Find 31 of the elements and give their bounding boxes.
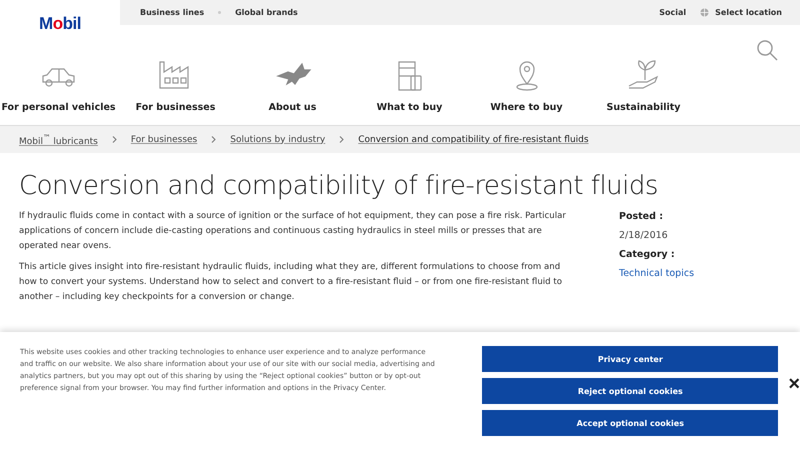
- nav-item[interactable]: For businesses: [117, 58, 234, 125]
- nav-item[interactable]: For personal vehicles: [0, 58, 117, 125]
- breadcrumb-link[interactable]: Conversion and compatibility of fire-resistant fluids: [358, 134, 589, 144]
- breadcrumb-link[interactable]: For businesses: [130, 134, 198, 144]
- breadcrumb-link[interactable]: Mobil$^{™}$ lubricants: [19, 132, 98, 146]
- chevron-icon: [211, 136, 216, 143]
- top-link[interactable]: Business lines: [140, 8, 204, 17]
- top-link[interactable]: Global brands: [235, 8, 298, 17]
- chevron-icon: [112, 136, 117, 143]
- nav-item[interactable]: Sustainability: [585, 58, 702, 125]
- article-paragraph: This article gives insight into fire-resistant hydraulic fluids, including what they are, different formulations to choose from and how to convert your systems. Understand how to select and convert to a fire-resistant fluid – or from one fire-resistant fluid to another – including key checkpoints for a conversion or change.: [19, 261, 563, 304]
- category-label: Category :: [619, 249, 676, 260]
- article-paragraph: If hydraulic fluids come in contact with a source of ignition or the surface of hot equipment, they can pose a fire risk. Particular applications of concern include die-casting operations and continuous casting hydraulics in steel mills or presses that are operated near ovens.: [19, 210, 567, 253]
- nav-item[interactable]: What to buy: [351, 58, 468, 125]
- cookie-button[interactable]: Privacy center: [482, 346, 778, 372]
- social-link[interactable]: Social: [659, 8, 686, 17]
- category-link[interactable]: Technical topics: [619, 268, 694, 279]
- mobil-logo[interactable]: Mobil: [39, 15, 81, 32]
- globe-icon: [700, 8, 710, 17]
- search-icon[interactable]: [756, 39, 778, 61]
- nav-item[interactable]: About us: [234, 58, 351, 125]
- cookie-button[interactable]: Reject optional cookies: [482, 378, 778, 404]
- page-title: Conversion and compatibility of fire-resistant fluids: [19, 171, 659, 201]
- close-button[interactable]: ×: [788, 374, 800, 394]
- cookie-button[interactable]: Accept optional cookies: [482, 410, 778, 436]
- breadcrumb-link[interactable]: Solutions by industry: [230, 134, 326, 144]
- posted-date: 2/18/2016: [619, 230, 669, 241]
- nav-item[interactable]: Where to buy: [468, 58, 585, 125]
- posted-label: Posted :: [619, 211, 664, 222]
- select-location-link[interactable]: Select location: [715, 8, 782, 17]
- chevron-icon: [339, 136, 344, 143]
